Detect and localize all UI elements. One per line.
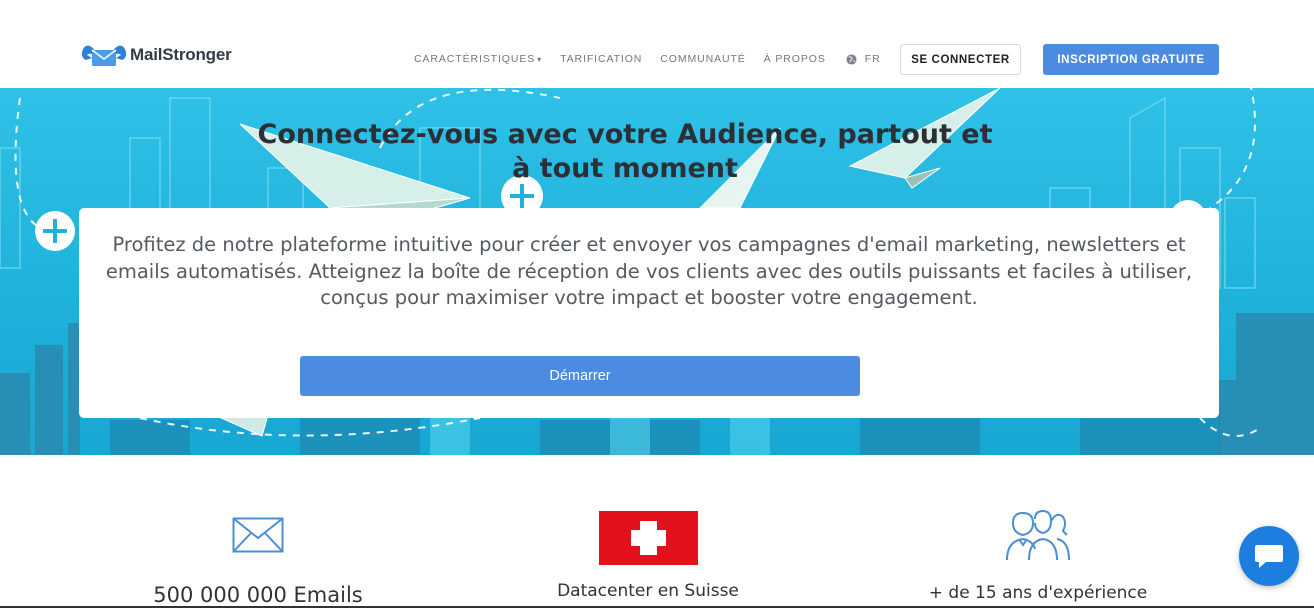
- envelope-icon: [232, 517, 284, 553]
- swiss-flag-icon: [598, 511, 698, 565]
- nav-item-features[interactable]: CARACTÉRISTIQUES ▾: [414, 53, 542, 65]
- brand-logo[interactable]: MailStronger: [80, 40, 232, 70]
- feature-label: Datacenter en Suisse: [557, 581, 739, 601]
- main-nav: CARACTÉRISTIQUES ▾ TARIFICATION COMMUNAU…: [414, 53, 909, 65]
- site-header: MailStronger CARACTÉRISTIQUES ▾ TARIFICA…: [0, 0, 1314, 88]
- hero-section: Connectez-vous avec votre Audience, part…: [0, 88, 1314, 455]
- feature-datacenter: Datacenter en Suisse: [478, 455, 818, 601]
- nav-item-label: COMMUNAUTÉ: [660, 53, 746, 65]
- chat-button[interactable]: [1239, 526, 1299, 586]
- hero-description: Profitez de notre plateforme intuitive p…: [105, 233, 1193, 309]
- feature-label: + de 15 ans d'expérience: [928, 583, 1148, 603]
- nav-item-label: À PROPOS: [763, 53, 826, 65]
- nav-item-pricing[interactable]: TARIFICATION: [560, 53, 642, 65]
- start-button[interactable]: Démarrer: [300, 356, 860, 396]
- features-section: 500 000 000 Emails Datacenter en Suisse: [0, 455, 1314, 608]
- globe-icon: [846, 53, 857, 65]
- nav-item-community[interactable]: COMMUNAUTÉ: [660, 53, 745, 65]
- language-value: FR: [864, 53, 881, 65]
- login-button[interactable]: SE CONNECTER: [900, 44, 1021, 75]
- brand-name: MailStronger: [130, 45, 232, 64]
- feature-experience: + de 15 ans d'expérience: [868, 455, 1208, 603]
- envelope-arms-logo-icon: [81, 45, 127, 66]
- users-icon: [1006, 509, 1070, 561]
- feature-emails: 500 000 000 Emails: [88, 455, 428, 607]
- hero-card: Profitez de notre plateforme intuitive p…: [79, 208, 1219, 418]
- nav-item-label: CARACTÉRISTIQUES: [414, 53, 536, 65]
- nav-item-label: TARIFICATION: [560, 53, 643, 65]
- hero-subtitle: Connectez-vous avec votre Audience, part…: [257, 119, 993, 184]
- chat-icon: [1255, 545, 1283, 568]
- feature-label: 500 000 000 Emails: [153, 583, 363, 607]
- signup-button[interactable]: INSCRIPTION GRATUITE: [1043, 44, 1219, 75]
- nav-item-about[interactable]: À PROPOS: [764, 53, 826, 65]
- caret-down-icon: ▾: [537, 54, 543, 64]
